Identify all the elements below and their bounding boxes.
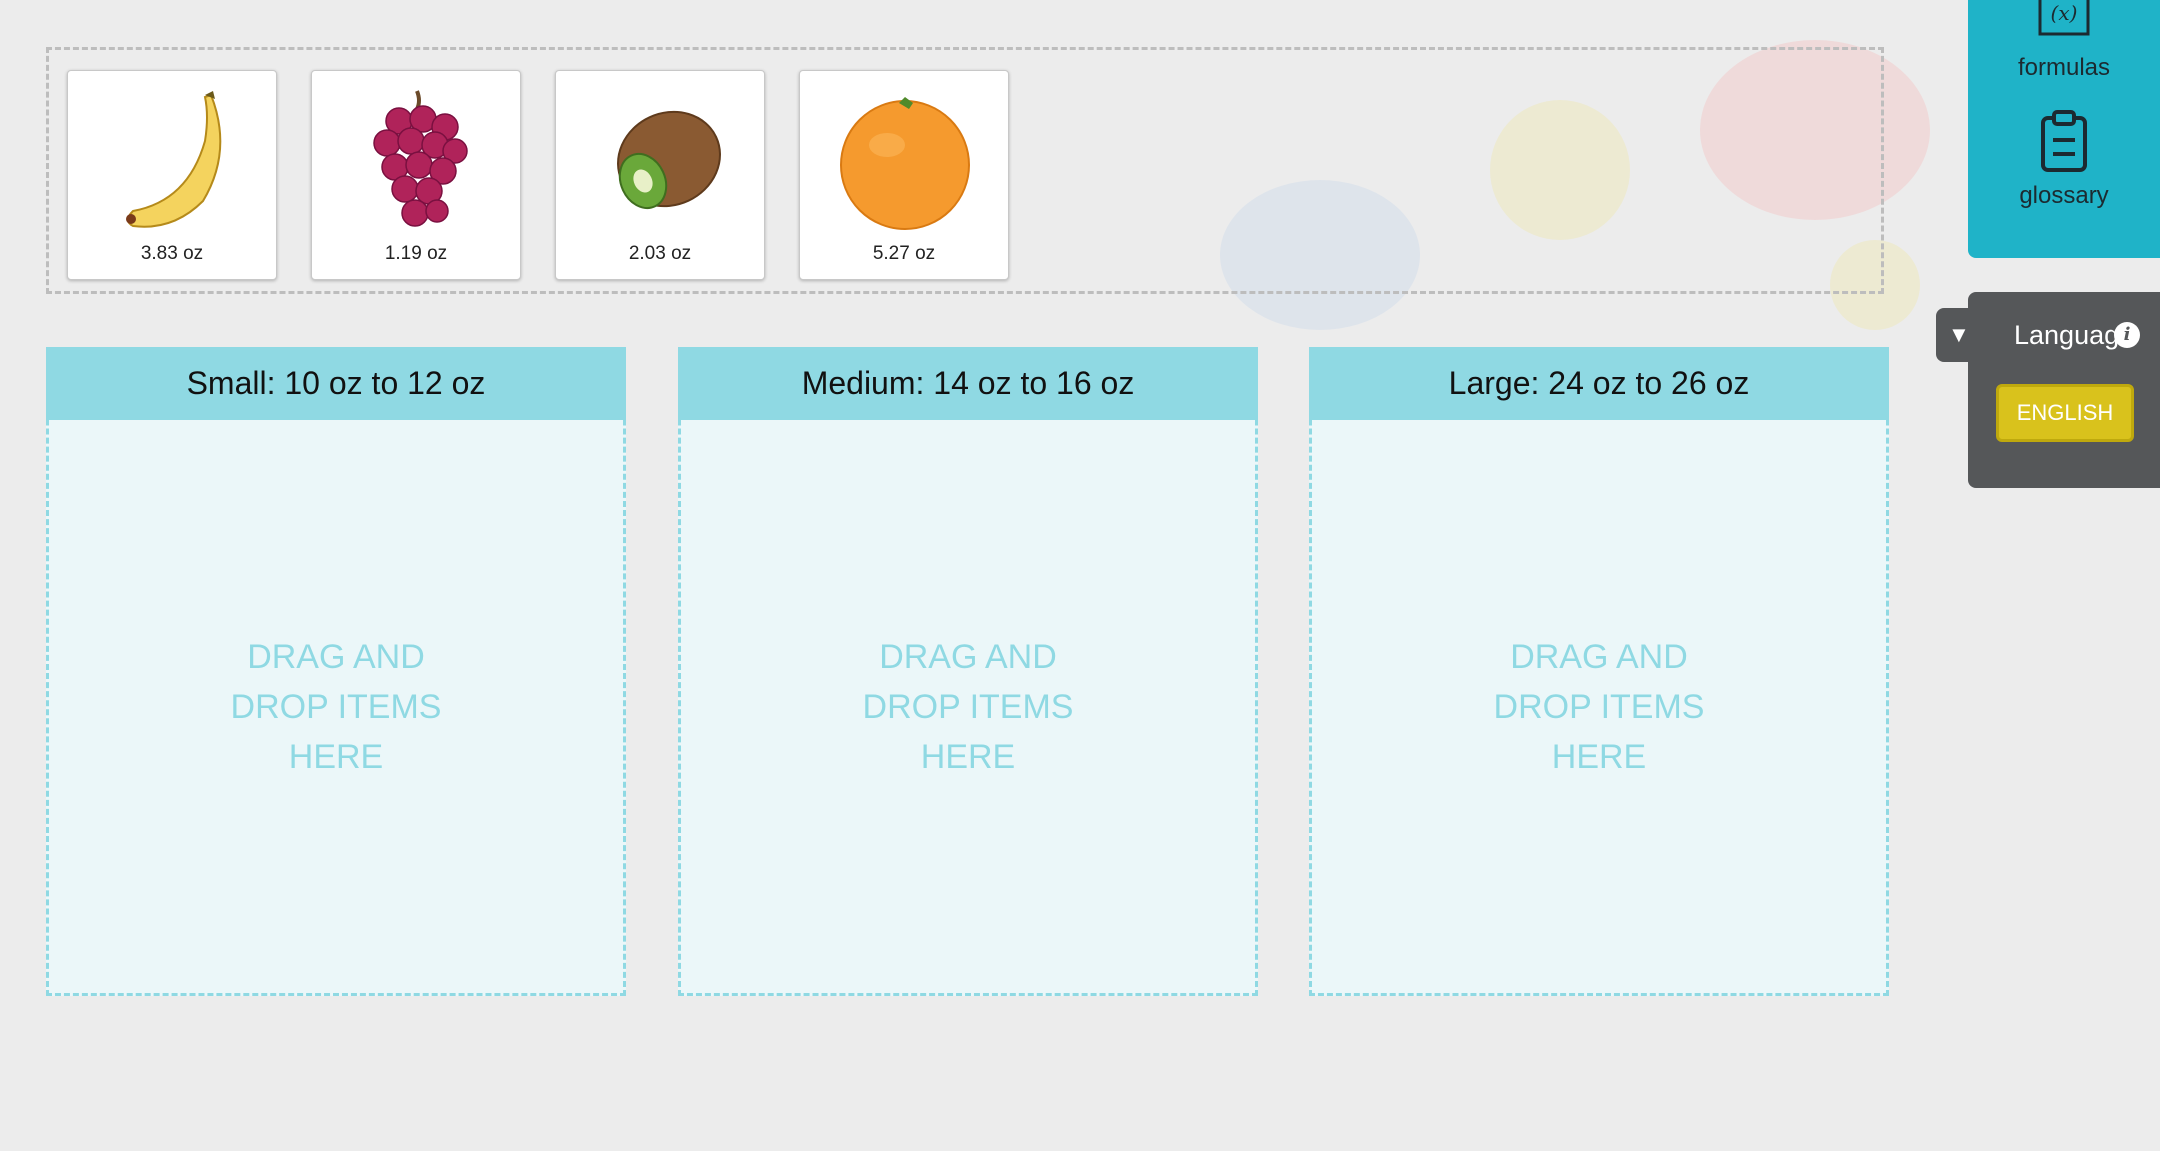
- svg-text:(x): (x): [2051, 1, 2078, 25]
- formulas-button[interactable]: (x) formulas: [1968, 0, 2160, 82]
- glossary-label: glossary: [2019, 182, 2109, 209]
- kiwi-icon: [617, 110, 721, 210]
- item-card-grapes[interactable]: 1.19 oz: [311, 70, 521, 280]
- formulas-label: formulas: [2017, 54, 2111, 81]
- drop-hint: DRAG AND DROP ITEMS HERE: [1493, 638, 1705, 776]
- drop-hint: DRAG AND DROP ITEMS HERE: [230, 638, 442, 776]
- item-weight: 1.19 oz: [384, 243, 448, 264]
- glossary-button[interactable]: glossary: [1968, 110, 2160, 210]
- bin-title: Large: 24 oz to 26 oz: [1309, 347, 1889, 420]
- language-toggle[interactable]: ▼: [1936, 308, 1984, 362]
- orange-icon: [840, 97, 970, 230]
- drop-bin-medium[interactable]: Medium: 14 oz to 16 oz DRAG AND DROP ITE…: [678, 347, 1258, 996]
- bin-title: Small: 10 oz to 12 oz: [46, 347, 626, 420]
- info-icon[interactable]: i: [2114, 322, 2140, 348]
- formula-icon: (x): [2038, 0, 2090, 36]
- item-weight: 5.27 oz: [872, 243, 936, 264]
- item-card-orange[interactable]: 5.27 oz: [799, 70, 1009, 280]
- item-weight: 3.83 oz: [140, 243, 204, 264]
- drop-bin-large[interactable]: Large: 24 oz to 26 oz DRAG AND DROP ITEM…: [1309, 347, 1889, 996]
- language-english-button[interactable]: ENGLISH: [1996, 384, 2134, 442]
- item-card-kiwi[interactable]: 2.03 oz: [555, 70, 765, 280]
- item-tray: 3.83 oz 1.19 oz 2.03 oz 5.27 oz: [46, 47, 1884, 294]
- tools-panel: (x) formulas glossary: [1968, 0, 2160, 258]
- item-card-banana[interactable]: 3.83 oz: [67, 70, 277, 280]
- bin-title: Medium: 14 oz to 16 oz: [678, 347, 1258, 420]
- drop-bin-small[interactable]: Small: 10 oz to 12 oz DRAG AND DROP ITEM…: [46, 347, 626, 996]
- grapes-icon: [373, 90, 468, 227]
- drop-hint: DRAG AND DROP ITEMS HERE: [862, 638, 1074, 776]
- clipboard-icon: [2041, 110, 2087, 172]
- caret-down-icon: ▼: [1948, 322, 1970, 347]
- banana-icon: [126, 91, 222, 228]
- item-weight: 2.03 oz: [628, 243, 692, 264]
